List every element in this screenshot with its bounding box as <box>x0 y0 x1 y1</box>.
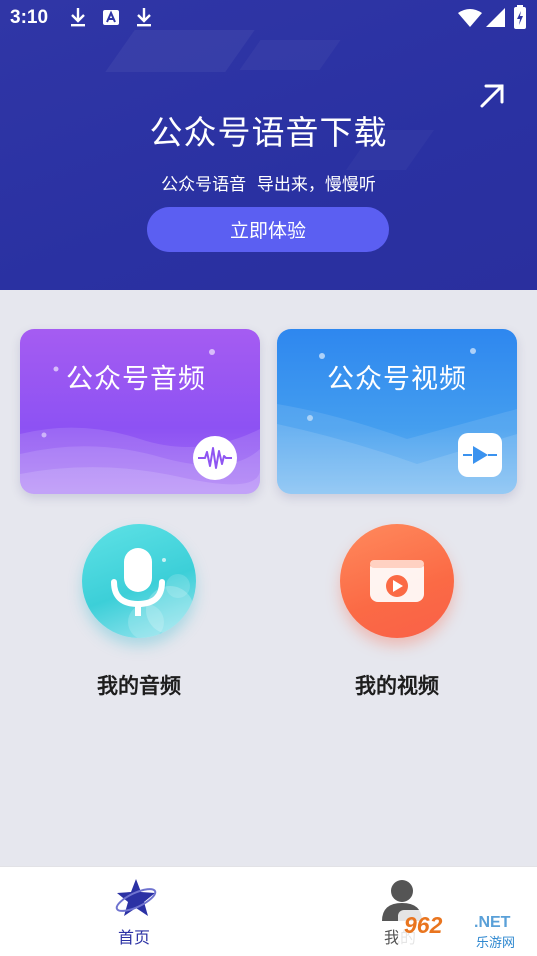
watermark-text: 乐游网 <box>476 936 516 951</box>
signal-icon <box>486 8 505 27</box>
shortcut-label: 我的视频 <box>355 674 439 698</box>
card-label: 公众号音频 <box>66 364 206 395</box>
nav-home[interactable]: 首页 <box>74 867 194 956</box>
hero-title: 公众号语音下载 <box>149 113 388 152</box>
waveform-icon <box>193 436 237 480</box>
download-icon <box>137 8 151 27</box>
wifi-icon <box>458 9 482 27</box>
status-bar: 3:10 <box>0 0 537 36</box>
decorative-stripe <box>239 40 341 70</box>
watermark-logo: 962 .NET 乐游网 <box>398 910 532 952</box>
nav-label: 首页 <box>117 928 150 947</box>
status-time: 3:10 <box>10 7 49 28</box>
microphone-icon <box>82 524 196 638</box>
watermark-domain: .NET <box>474 914 511 931</box>
wechat-video-card[interactable]: 公众号视频 <box>277 329 517 494</box>
card-label: 公众号视频 <box>327 364 467 395</box>
shortcut-label: 我的音频 <box>97 674 181 698</box>
watermark-number: 962 <box>404 912 443 938</box>
my-audio-shortcut[interactable]: 我的音频 <box>49 524 229 714</box>
my-video-shortcut[interactable]: 我的视频 <box>307 524 487 714</box>
hero-banner: 3:10 公众号语音下载 公众号语音 导出来，慢慢听 立即体验 <box>0 0 537 290</box>
wechat-audio-card[interactable]: 公众号音频 <box>20 329 260 494</box>
download-icon <box>71 8 85 27</box>
decorative-stripe <box>105 30 255 72</box>
battery-icon <box>514 5 526 29</box>
play-icon <box>458 433 502 477</box>
star-planet-icon <box>115 879 157 916</box>
font-icon <box>103 10 119 25</box>
hero-subtitle: 公众号语音 导出来，慢慢听 <box>161 175 376 195</box>
try-now-button[interactable]: 立即体验 <box>147 207 389 252</box>
video-play-icon <box>340 524 454 638</box>
